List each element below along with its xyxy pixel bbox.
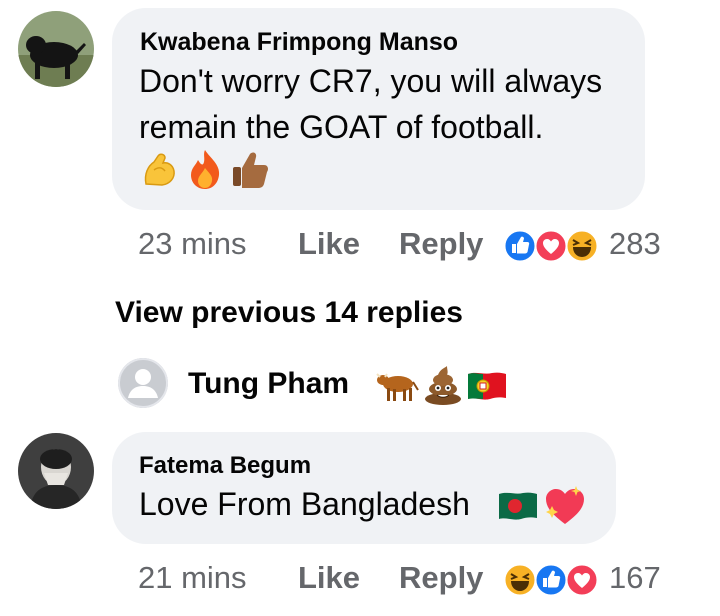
reply-button[interactable]: Reply — [399, 226, 483, 262]
ox-icon — [376, 373, 419, 401]
comment-text: Love From Bangladesh — [139, 486, 470, 522]
avatar-photo-dog — [18, 11, 94, 87]
avatar[interactable] — [18, 433, 94, 509]
reply-avatar-placeholder[interactable] — [118, 358, 168, 408]
haha-reaction-icon — [565, 229, 599, 263]
reply-author[interactable]: Tung Pham — [188, 367, 349, 401]
comment-text-line-1: Don't worry CR7, you will always — [139, 63, 603, 99]
view-previous-replies-link[interactable]: View previous 14 replies — [115, 296, 463, 330]
user-placeholder-icon — [118, 358, 168, 408]
pile-of-poo-icon — [425, 366, 461, 405]
bangladesh-flag-icon — [499, 492, 537, 520]
avatar[interactable] — [18, 11, 94, 87]
like-button[interactable]: Like — [298, 226, 360, 262]
comment-text-line-2: remain the GOAT of football. — [139, 109, 544, 145]
like-button[interactable]: Like — [298, 560, 360, 596]
avatar-photo-person — [18, 433, 94, 509]
portugal-flag-icon — [468, 372, 506, 400]
sparkling-heart-icon — [546, 486, 584, 524]
comment-timestamp: 23 mins — [138, 226, 247, 261]
flexed-biceps-icon — [144, 153, 175, 186]
thumbs-up-icon — [233, 152, 268, 188]
reply-button[interactable]: Reply — [399, 560, 483, 596]
like-reaction-icon — [534, 563, 568, 597]
reaction-count[interactable]: 283 — [609, 226, 661, 262]
love-reaction-icon — [534, 229, 568, 263]
reaction-count[interactable]: 167 — [609, 560, 661, 596]
like-reaction-icon — [503, 229, 537, 263]
comment-author[interactable]: Fatema Begum — [139, 452, 311, 480]
haha-reaction-icon — [503, 563, 537, 597]
fire-icon — [191, 150, 220, 189]
love-reaction-icon — [565, 563, 599, 597]
comment-author[interactable]: Kwabena Frimpong Manso — [140, 28, 458, 57]
comment-timestamp: 21 mins — [138, 560, 247, 595]
